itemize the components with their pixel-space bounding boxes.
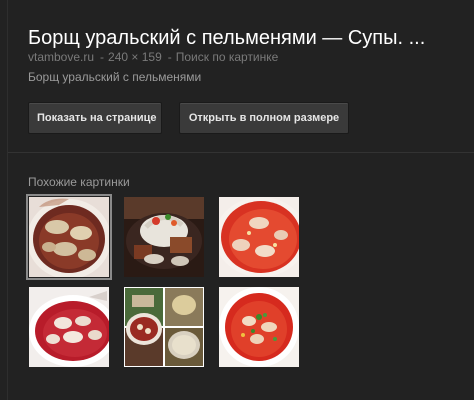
similar-image-thumbnail[interactable] — [29, 287, 109, 367]
borscht-bowl-image — [29, 287, 109, 367]
section-divider — [8, 152, 474, 153]
image-details-panel: Борщ уральский с пельменями — Супы. ... … — [0, 0, 474, 400]
result-source[interactable]: vtambove.ru — [28, 50, 94, 64]
similar-image-thumbnail[interactable] — [124, 197, 204, 277]
similar-images-label: Похожие картинки — [28, 175, 130, 189]
similar-image-thumbnail[interactable] — [26, 194, 112, 280]
similar-image-thumbnail[interactable] — [219, 287, 299, 367]
panel-left-border — [7, 0, 8, 400]
red-soup-greens-image — [219, 287, 299, 367]
similar-image-thumbnail[interactable] — [219, 197, 299, 277]
result-meta: vtambove.ru -240 × 159- Поиск по картинке — [28, 49, 278, 65]
result-title[interactable]: Борщ уральский с пельменями — Супы. ... — [28, 25, 474, 51]
dumplings-plate-image — [124, 197, 204, 277]
red-borscht-image — [219, 197, 299, 277]
soup-collage-image — [124, 287, 204, 367]
result-size: 240 × 159 — [108, 50, 162, 64]
search-by-image-link[interactable]: Поиск по картинке — [176, 50, 279, 64]
open-full-size-button[interactable]: Открыть в полном размере — [179, 102, 349, 134]
result-description: Борщ уральский с пельменями — [28, 70, 202, 84]
meta-separator: - — [167, 50, 172, 64]
soup-dumplings-image — [29, 197, 109, 277]
similar-image-thumbnail[interactable] — [124, 287, 204, 367]
show-on-page-button[interactable]: Показать на странице — [28, 102, 162, 134]
meta-separator: - — [100, 50, 105, 64]
